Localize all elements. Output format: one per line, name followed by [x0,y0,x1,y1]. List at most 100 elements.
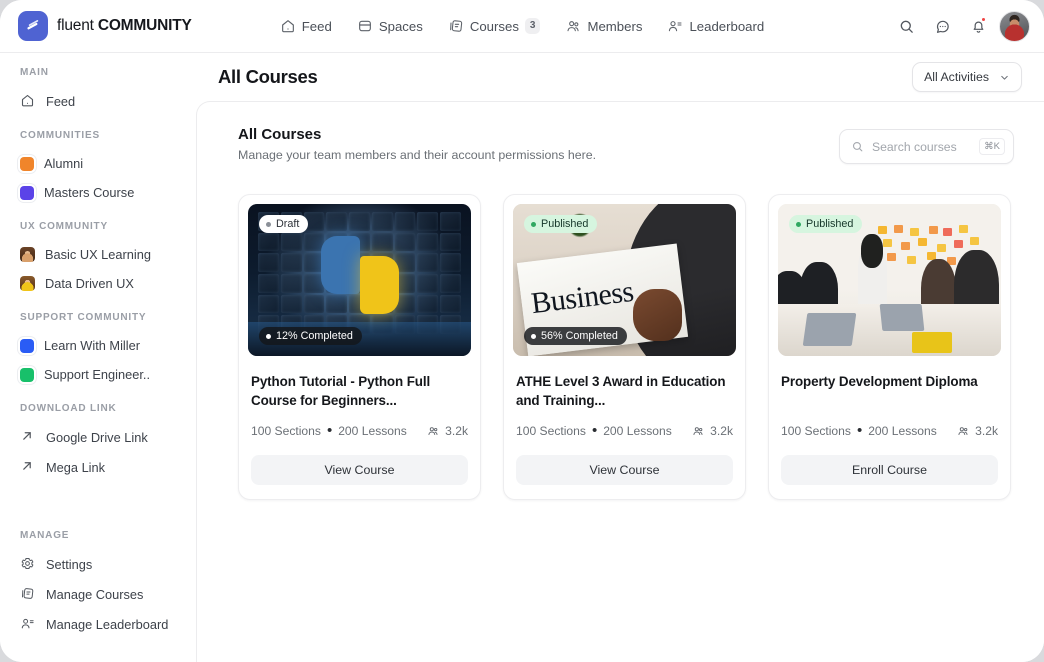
course-learners: 3.2k [956,424,998,438]
sidebar-section-main: MAIN [20,67,49,78]
sidebar-section-support-community: SUPPORT COMMUNITY [20,312,147,323]
app-body: MAIN Feed COMMUNITIES Alumni Masters Cou… [0,53,1044,662]
sidebar-manage-block: MANAGE Settings Manage Courses Manage Le… [0,530,196,639]
course-card[interactable]: Business Published 56% Completed ATHE Le… [503,194,746,500]
nav-item-members[interactable]: Members [556,12,651,40]
course-meta: 100 Sections • 200 Lessons 3.2k [516,422,733,439]
sidebar-section-ux-community: UX COMMUNITY [20,221,108,232]
nav-item-spaces[interactable]: Spaces [348,12,432,40]
leaderboard-icon [667,18,683,34]
activities-filter-dropdown[interactable]: All Activities [912,62,1022,92]
sidebar-item-settings[interactable]: Settings [10,549,186,579]
course-title: Python Tutorial - Python Full Course for… [251,374,431,409]
status-label: Draft [276,218,300,230]
color-swatch-blue [20,338,34,353]
course-lessons: 200 Lessons [868,424,937,438]
learners-icon [691,424,705,438]
enroll-course-button[interactable]: Enroll Course [781,455,998,485]
learners-icon [956,424,970,438]
page-title: All Courses [218,66,318,87]
gear-icon [20,556,36,572]
messages-icon[interactable] [927,11,957,41]
brand-bold: COMMUNITY [97,17,192,34]
chevron-down-icon [999,72,1010,83]
sidebar-item-label: Basic UX Learning [45,247,151,262]
sidebar-item-data-driven-ux[interactable]: Data Driven UX [10,269,186,298]
status-label: Published [541,218,589,230]
sidebar-item-label: Support Engineer.. [44,367,151,382]
notifications-icon[interactable] [963,11,993,41]
sidebar-section-manage: MANAGE [20,530,70,541]
app-window: fluent COMMUNITY Feed Spaces Courses 3 M… [0,0,1044,662]
nav-item-courses[interactable]: Courses 3 [439,12,550,40]
sidebar-item-label: Mega Link [46,459,106,475]
progress-dot [266,333,271,339]
sidebar-item-label: Settings [46,556,93,572]
members-icon [565,18,581,34]
panel-subtitle: Manage your team members and their accou… [238,148,597,162]
nav-label: Spaces [378,18,423,34]
panel-title: All Courses [238,126,322,143]
sidebar-item-label: Feed [46,93,76,109]
course-thumbnail-python: Draft 12% Completed [248,204,471,356]
sidebar-item-label: Alumni [44,156,84,171]
course-title: ATHE Level 3 Award in Education and Trai… [516,374,726,409]
avatar[interactable] [999,10,1030,42]
status-badge: Published [524,215,598,233]
sidebar-item-label: Manage Leaderboard [46,616,169,632]
sidebar-item-support-engineer[interactable]: Support Engineer.. [10,360,186,389]
view-course-button[interactable]: View Course [251,455,468,485]
courses-icon [448,18,464,34]
status-badge: Published [789,215,863,233]
course-thumbnail-business: Business Published 56% Completed [513,204,736,356]
sidebar-item-learn-with-miller[interactable]: Learn With Miller [10,331,186,360]
sidebar-item-label: Learn With Miller [44,338,141,353]
course-sections: 100 Sections [781,424,851,438]
progress-dot [531,333,536,339]
course-card[interactable]: Draft 12% Completed Python Tutorial - Py… [238,194,481,500]
courses-panel: All Courses Manage your team members and… [196,101,1044,662]
sidebar-item-basic-ux-learning[interactable]: Basic UX Learning [10,240,186,269]
brand-text: fluent COMMUNITY [57,17,192,35]
sidebar-item-manage-courses[interactable]: Manage Courses [10,579,186,609]
nav-label: Leaderboard [689,18,765,34]
sidebar-item-mega-link[interactable]: Mega Link [10,452,186,482]
nav-label: Courses [469,18,519,34]
learners-count: 3.2k [975,424,998,438]
external-link-icon [20,429,36,445]
course-meta: 100 Sections • 200 Lessons 3.2k [781,422,998,439]
course-card[interactable]: Published Property Development Diploma 1… [768,194,1011,500]
progress-label: 56% Completed [541,330,618,342]
courses-icon [20,586,36,602]
avatar-thumb-icon [20,247,35,262]
nav-item-leaderboard[interactable]: Leaderboard [658,12,773,40]
sidebar-section-download-link: DOWNLOAD LINK [20,403,117,414]
course-thumbnail-workshop: Published [778,204,1001,356]
nav-item-feed[interactable]: Feed [271,12,341,40]
view-course-button[interactable]: View Course [516,455,733,485]
fluent-logo-icon [18,11,48,41]
sidebar-item-label: Google Drive Link [46,429,148,445]
color-swatch-green [20,367,34,382]
sidebar-item-alumni[interactable]: Alumni [10,149,186,178]
search-icon[interactable] [891,11,921,41]
sidebar-item-masters-course[interactable]: Masters Course [10,178,186,207]
top-bar-actions [891,10,1030,42]
sidebar-item-feed[interactable]: Feed [10,86,186,116]
status-dot [531,221,536,227]
main-header: All Courses All Activities [196,53,1044,101]
course-meta: 100 Sections • 200 Lessons 3.2k [251,422,468,439]
course-learners: 3.2k [691,424,733,438]
python-logo-icon [320,236,399,315]
search-input[interactable] [872,139,972,154]
progress-label: 12% Completed [276,330,353,342]
status-badge: Draft [259,215,309,233]
sidebar-item-google-drive-link[interactable]: Google Drive Link [10,422,186,452]
status-dot [796,221,801,227]
course-card-grid: Draft 12% Completed Python Tutorial - Py… [238,194,1014,500]
color-swatch-orange [20,156,34,171]
learners-icon [426,424,440,438]
search-courses-box[interactable]: ⌘K [839,129,1014,164]
sidebar-item-manage-leaderboard[interactable]: Manage Leaderboard [10,609,186,639]
course-title: Property Development Diploma [781,374,978,389]
